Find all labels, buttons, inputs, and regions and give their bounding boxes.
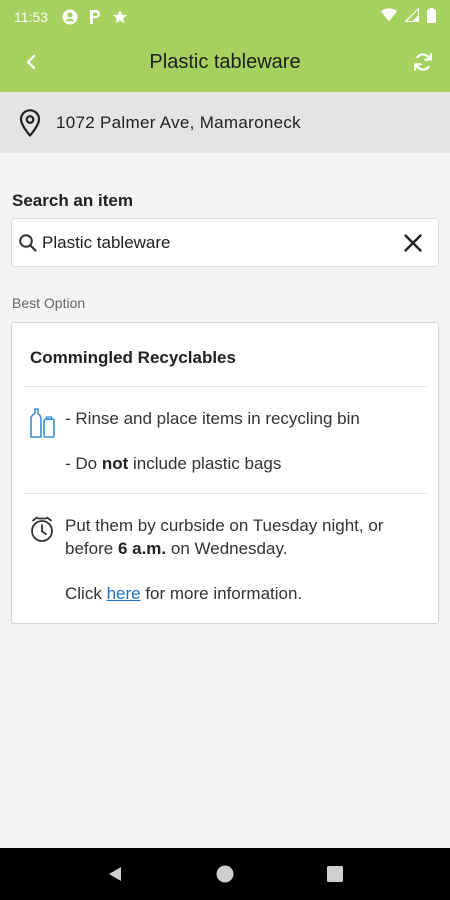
refresh-icon[interactable] xyxy=(408,47,438,77)
nav-home-icon[interactable] xyxy=(205,854,245,894)
more-info-pre: Click xyxy=(65,584,107,603)
location-address: 1072 Palmer Ave, Mamaroneck xyxy=(56,112,301,132)
instruction-no-bags-emphasis: not xyxy=(101,454,129,473)
nav-recents-icon[interactable] xyxy=(315,854,355,894)
best-option-label: Best Option xyxy=(12,295,86,311)
instruction-no-bags: - Do not include plastic bags xyxy=(65,452,427,475)
app-bar: Plastic tableware xyxy=(0,33,450,92)
close-icon[interactable] xyxy=(398,228,428,258)
account-circle-icon xyxy=(62,9,78,25)
main-content: Search an item Best Option Commingled Re… xyxy=(0,191,450,624)
more-info-link[interactable]: here xyxy=(107,584,141,603)
category-title: Commingled Recyclables xyxy=(23,323,427,387)
search-field xyxy=(11,218,439,267)
wifi-icon xyxy=(381,8,397,25)
map-pin-icon xyxy=(18,108,44,138)
status-bar: 11:53 xyxy=(0,0,450,33)
instruction-no-bags-post: include plastic bags xyxy=(128,454,282,473)
more-info-text: Click here for more information. xyxy=(65,582,427,605)
system-nav-bar xyxy=(0,848,450,900)
schedule-section: Put them by curbside on Tuesday night, o… xyxy=(23,493,427,623)
more-info-post: for more information. xyxy=(140,584,303,603)
instructions-section: - Rinse and place items in recycling bin… xyxy=(23,387,427,493)
chevron-left-icon[interactable] xyxy=(16,47,46,77)
search-label: Search an item xyxy=(12,191,133,210)
location-bar[interactable]: 1072 Palmer Ave, Mamaroneck xyxy=(0,92,450,153)
signal-icon xyxy=(404,7,420,25)
search-icon xyxy=(18,233,40,253)
star-icon xyxy=(112,9,128,25)
battery-icon xyxy=(427,7,436,26)
bottles-icon xyxy=(29,407,65,475)
instruction-rinse: - Rinse and place items in recycling bin xyxy=(65,409,360,428)
search-input[interactable] xyxy=(40,232,398,253)
alarm-clock-icon xyxy=(29,514,65,605)
pickup-schedule-post: on Wednesday. xyxy=(166,539,288,558)
page-title: Plastic tableware xyxy=(149,51,301,73)
instruction-no-bags-pre: - Do xyxy=(65,454,102,473)
nav-back-icon[interactable] xyxy=(95,854,135,894)
status-time: 11:53 xyxy=(14,8,48,25)
pickup-schedule-time: 6 a.m. xyxy=(117,539,167,558)
result-card: Commingled Recyclables - Rinse and place… xyxy=(11,322,439,624)
pickup-schedule-text: Put them by curbside on Tuesday night, o… xyxy=(65,514,427,560)
parking-icon xyxy=(88,9,102,25)
